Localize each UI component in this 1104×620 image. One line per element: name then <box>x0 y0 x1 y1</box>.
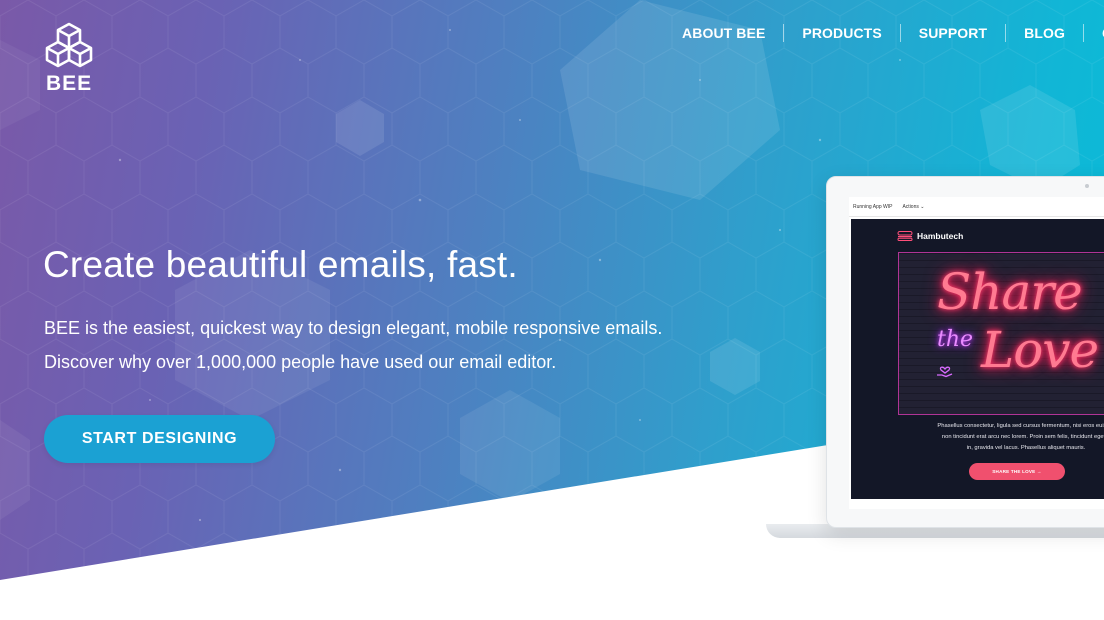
nav-link-products[interactable]: PRODUCTS <box>784 24 901 42</box>
hero-subline-2: Discover why over 1,000,000 people have … <box>44 352 557 372</box>
camera-dot <box>1085 184 1089 188</box>
heart-hand-icon <box>937 366 953 378</box>
logo-wordmark: BEE <box>46 72 93 95</box>
laptop-screen: Running App WIP Actions ⌄ Hambutech Shar… <box>849 197 1104 509</box>
hero-headline: Create beautiful emails, fast. <box>43 244 518 285</box>
neon-word-share: Share <box>937 263 1083 321</box>
neon-word-love: Love <box>981 321 1099 379</box>
email-body-line-1: Phasellus consectetur, ligula sed cursus… <box>937 423 1104 429</box>
hero-subline-1: BEE is the easiest, quickest way to desi… <box>44 318 663 338</box>
bee-cubes-icon <box>45 22 93 68</box>
nav-link-about-bee[interactable]: ABOUT BEE <box>664 24 785 42</box>
neon-sign-image: Share the Love <box>898 252 1104 415</box>
email-brand-name: Hambutech <box>917 231 964 241</box>
editor-app-bar: Running App WIP Actions ⌄ <box>849 197 1104 217</box>
start-designing-button[interactable]: START DESIGNING <box>44 415 275 463</box>
laptop-mockup: Running App WIP Actions ⌄ Hambutech Shar… <box>826 176 1104 528</box>
nav-link-truncated[interactable]: C <box>1084 24 1104 42</box>
burger-logo-icon <box>897 231 913 241</box>
editor-app-name: Running App WIP <box>853 203 893 210</box>
email-body-line-3: in, gravida vel lacus. Phasellus aliquet… <box>966 445 1086 451</box>
share-the-love-button: SHARE THE LOVE → <box>969 463 1065 480</box>
nav-link-support[interactable]: SUPPORT <box>901 24 1007 42</box>
email-body-line-2: non tincidunt erat arcu nec lorem. Proin… <box>941 434 1104 440</box>
email-brand-row: Hambutech <box>897 231 963 241</box>
email-body-copy: Phasellus consectetur, ligula sed cursus… <box>901 421 1104 454</box>
bee-logo[interactable]: BEE <box>44 22 98 96</box>
email-preview: Hambutech Share the Love Phasellus conse… <box>851 219 1104 499</box>
neon-word-the: the <box>937 327 974 352</box>
top-navigation: ABOUT BEE PRODUCTS SUPPORT BLOG C <box>664 24 1104 42</box>
editor-actions-menu: Actions ⌄ <box>902 203 925 210</box>
nav-link-blog[interactable]: BLOG <box>1006 24 1084 42</box>
